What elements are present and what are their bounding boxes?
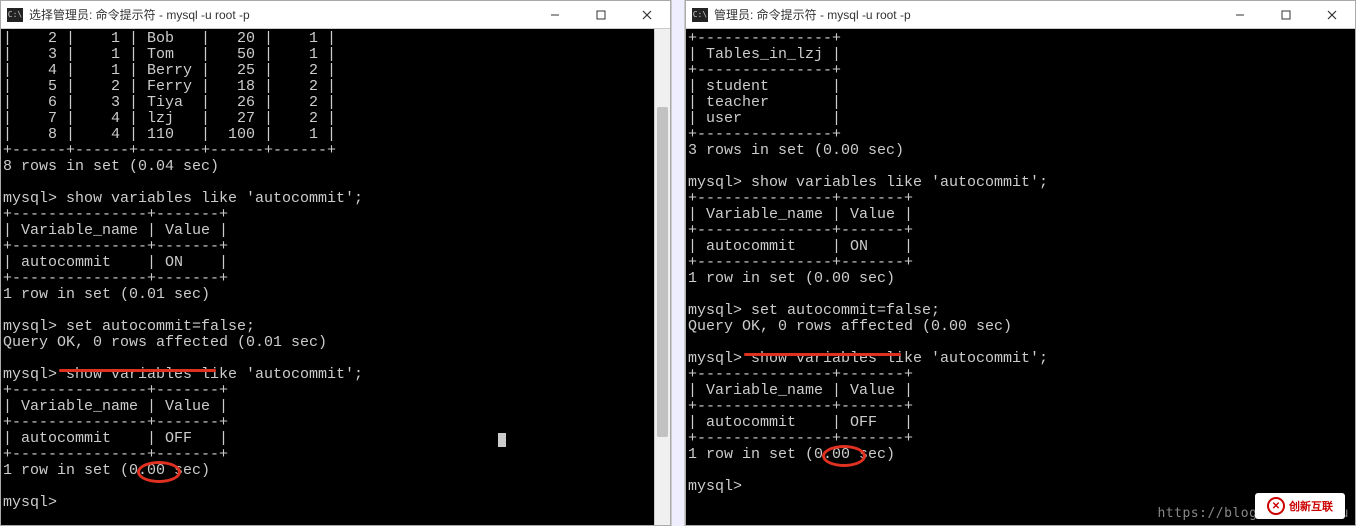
maximize-button[interactable] [578,1,624,28]
scrollbar-left[interactable] [654,29,670,525]
close-button[interactable] [624,1,670,28]
red-underline-left [59,369,216,372]
cmd-icon: C:\ [692,8,708,22]
window-controls-left [532,1,670,28]
cmd-window-right: C:\ 管理员: 命令提示符 - mysql -u root -p +-----… [685,0,1356,526]
titlebar-right[interactable]: C:\ 管理员: 命令提示符 - mysql -u root -p [686,1,1355,29]
cmd-window-left: C:\ 选择管理员: 命令提示符 - mysql -u root -p | 2 … [0,0,671,526]
terminal-left[interactable]: | 2 | 1 | Bob | 20 | 1 || 3 | 1 | Tom | … [1,29,670,525]
window-title-right: 管理员: 命令提示符 - mysql -u root -p [714,6,1217,23]
minimize-button[interactable] [532,1,578,28]
window-title-left: 选择管理员: 命令提示符 - mysql -u root -p [29,6,532,23]
red-underline-right [744,353,901,356]
logo-icon: ✕ [1267,497,1285,515]
red-circle-right [822,445,866,467]
terminal-right[interactable]: +---------------+| Tables_in_lzj |+-----… [686,29,1355,525]
minimize-button[interactable] [1217,1,1263,28]
logo-label: 创新互联 [1289,498,1333,514]
titlebar-left[interactable]: C:\ 选择管理员: 命令提示符 - mysql -u root -p [1,1,670,29]
close-button[interactable] [1309,1,1355,28]
scrollbar-thumb[interactable] [657,107,668,437]
window-controls-right [1217,1,1355,28]
maximize-button[interactable] [1263,1,1309,28]
brand-logo: ✕ 创新互联 [1255,493,1345,519]
cmd-icon: C:\ [7,8,23,22]
window-gap [671,0,685,526]
red-circle-left [137,461,181,483]
